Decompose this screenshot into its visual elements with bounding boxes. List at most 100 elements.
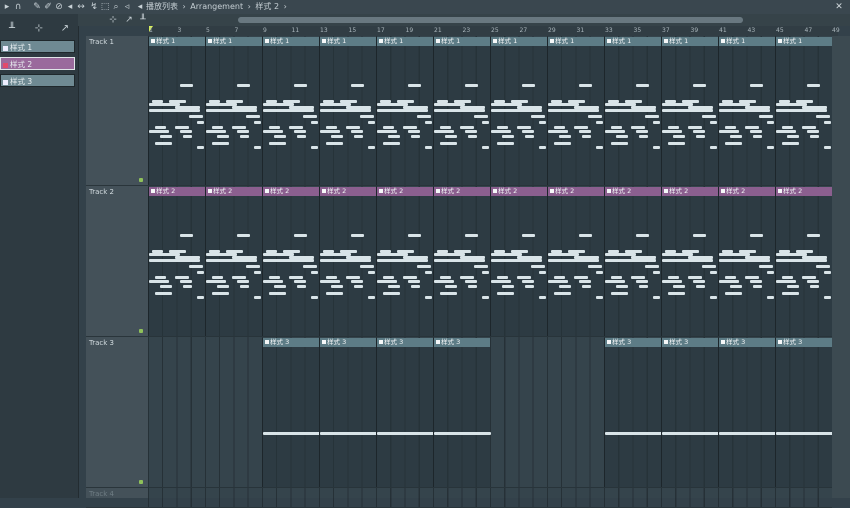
- clip-menu-icon[interactable]: [379, 189, 383, 193]
- pattern-clip[interactable]: 样式 2: [262, 187, 319, 336]
- horizontal-scroll-thumb[interactable]: [238, 17, 743, 23]
- clip-header[interactable]: 样式 3: [662, 338, 718, 347]
- clip-menu-icon[interactable]: [721, 39, 725, 43]
- breadcrumb-item-pattern[interactable]: 样式 2: [255, 2, 279, 11]
- stretch-icon[interactable]: ↗: [124, 14, 134, 26]
- clip-menu-icon[interactable]: [550, 39, 554, 43]
- track-active-indicator[interactable]: [139, 329, 143, 333]
- pattern-item-1[interactable]: 样式 1: [0, 40, 75, 53]
- magnet-icon[interactable]: ∩: [13, 1, 23, 13]
- pattern-clip[interactable]: 样式 2: [661, 187, 718, 336]
- clip-header[interactable]: 样式 2: [662, 187, 718, 196]
- clip-header[interactable]: 样式 1: [434, 37, 490, 46]
- piano-roll-icon[interactable]: ╨: [138, 14, 148, 26]
- clip-header[interactable]: 样式 3: [377, 338, 433, 347]
- slide-icon[interactable]: ↗: [58, 22, 72, 36]
- clip-header[interactable]: 样式 1: [377, 37, 433, 46]
- clip-header[interactable]: 样式 2: [320, 187, 376, 196]
- clip-header[interactable]: 样式 3: [263, 338, 319, 347]
- clip-menu-icon[interactable]: [265, 340, 269, 344]
- clip-menu-icon[interactable]: [322, 39, 326, 43]
- pattern-clip[interactable]: 样式 1: [547, 37, 604, 185]
- pattern-clip[interactable]: 样式 1: [376, 37, 433, 185]
- clip-menu-icon[interactable]: [550, 189, 554, 193]
- clip-header[interactable]: 样式 1: [776, 37, 832, 46]
- clip-header[interactable]: 样式 1: [149, 37, 205, 46]
- pattern-clip[interactable]: 样式 3: [661, 338, 719, 487]
- track-lane-3[interactable]: 样式 3 样式 3 样式 3 样式 3 样式 3 样式 3 样式 3 样式 3: [148, 337, 833, 488]
- track-active-indicator[interactable]: [139, 178, 143, 182]
- clip-menu-icon[interactable]: [151, 39, 155, 43]
- pattern-clip[interactable]: 样式 3: [319, 338, 377, 487]
- pattern-clip[interactable]: 样式 1: [775, 37, 832, 185]
- pattern-clip[interactable]: 样式 1: [661, 37, 718, 185]
- clip-header[interactable]: 样式 1: [548, 37, 604, 46]
- snap-mode-icon[interactable]: ⊹: [108, 14, 118, 26]
- pattern-clip[interactable]: 样式 2: [433, 187, 490, 336]
- playback-icon[interactable]: ◂: [135, 1, 145, 13]
- clip-menu-icon[interactable]: [721, 340, 725, 344]
- mute-icon[interactable]: ◂: [65, 1, 75, 13]
- clip-menu-icon[interactable]: [664, 189, 668, 193]
- clip-header[interactable]: 样式 3: [776, 338, 832, 347]
- clip-header[interactable]: 样式 3: [605, 338, 661, 347]
- pattern-clip[interactable]: 样式 2: [148, 187, 205, 336]
- clip-menu-icon[interactable]: [151, 189, 155, 193]
- clip-menu-icon[interactable]: [322, 189, 326, 193]
- clip-header[interactable]: 样式 2: [377, 187, 433, 196]
- clip-header[interactable]: 样式 3: [719, 338, 775, 347]
- clip-menu-icon[interactable]: [607, 340, 611, 344]
- clip-header[interactable]: 样式 2: [548, 187, 604, 196]
- pattern-clip[interactable]: 样式 1: [319, 37, 376, 185]
- pattern-clip[interactable]: 样式 1: [148, 37, 205, 185]
- pattern-clip[interactable]: 样式 1: [205, 37, 262, 185]
- clip-menu-icon[interactable]: [607, 39, 611, 43]
- vertical-scrollbar[interactable]: [832, 36, 850, 498]
- clip-header[interactable]: 样式 2: [206, 187, 262, 196]
- clip-header[interactable]: 样式 2: [491, 187, 547, 196]
- clip-menu-icon[interactable]: [379, 39, 383, 43]
- track-lane-4[interactable]: [148, 488, 832, 508]
- clip-header[interactable]: 样式 2: [605, 187, 661, 196]
- pattern-clip[interactable]: 样式 1: [433, 37, 490, 185]
- clip-header[interactable]: 样式 2: [263, 187, 319, 196]
- clip-header[interactable]: 样式 2: [434, 187, 490, 196]
- clip-header[interactable]: 样式 2: [776, 187, 832, 196]
- track-header-4[interactable]: Track 4: [86, 488, 148, 508]
- clip-menu-icon[interactable]: [493, 189, 497, 193]
- close-button[interactable]: ✕: [834, 1, 844, 13]
- slip-icon[interactable]: ↔: [76, 1, 86, 13]
- pattern-clip[interactable]: 样式 2: [775, 187, 832, 336]
- pattern-item-2[interactable]: 样式 2: [0, 57, 75, 70]
- track-active-indicator[interactable]: [139, 480, 143, 484]
- select-icon[interactable]: ⬚: [100, 1, 110, 13]
- clip-menu-icon[interactable]: [721, 189, 725, 193]
- clip-header[interactable]: 样式 1: [320, 37, 376, 46]
- clip-menu-icon[interactable]: [436, 189, 440, 193]
- clip-menu-icon[interactable]: [265, 39, 269, 43]
- clip-header[interactable]: 样式 1: [206, 37, 262, 46]
- clip-header[interactable]: 样式 3: [320, 338, 376, 347]
- snap-icon[interactable]: ⊹: [32, 22, 46, 36]
- paint-icon[interactable]: ✎: [32, 1, 42, 13]
- clip-menu-icon[interactable]: [436, 39, 440, 43]
- clip-menu-icon[interactable]: [208, 189, 212, 193]
- pattern-clip[interactable]: 样式 3: [433, 338, 491, 487]
- pattern-clip[interactable]: 样式 1: [490, 37, 547, 185]
- delete-icon[interactable]: ⊘: [54, 1, 64, 13]
- clip-header[interactable]: 样式 2: [719, 187, 775, 196]
- pattern-clip[interactable]: 样式 3: [376, 338, 434, 487]
- clip-header[interactable]: 样式 1: [662, 37, 718, 46]
- pattern-clip[interactable]: 样式 2: [718, 187, 775, 336]
- pattern-clip[interactable]: 样式 1: [718, 37, 775, 185]
- clip-menu-icon[interactable]: [664, 340, 668, 344]
- breadcrumb-item-playlist[interactable]: 播放列表: [146, 2, 178, 11]
- pattern-clip[interactable]: 样式 2: [490, 187, 547, 336]
- pattern-clip[interactable]: 样式 3: [262, 338, 320, 487]
- options-icon[interactable]: ▸: [2, 1, 12, 13]
- pattern-clip[interactable]: 样式 2: [376, 187, 433, 336]
- clip-header[interactable]: 样式 2: [149, 187, 205, 196]
- timeline-ruler[interactable]: 1 3 5 7 9 11 13 15 17 19 21 23 25 27 29 31 33 35 37 39 41 43 4…: [148, 26, 840, 36]
- clip-menu-icon[interactable]: [778, 340, 782, 344]
- clip-menu-icon[interactable]: [322, 340, 326, 344]
